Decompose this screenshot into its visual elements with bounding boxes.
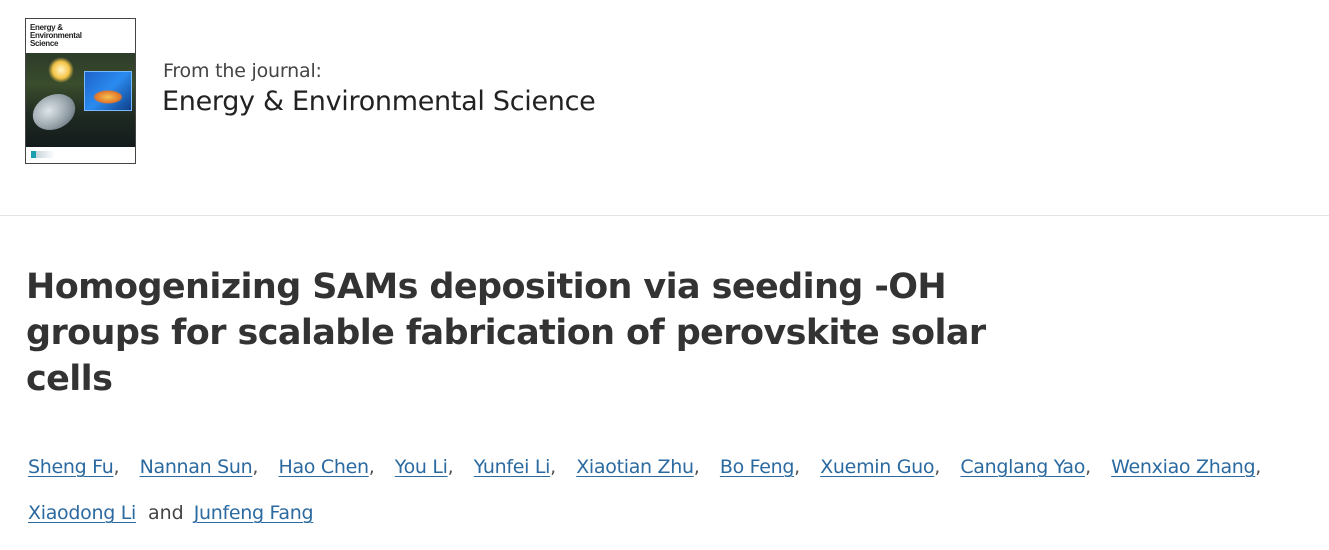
cover-footer — [26, 147, 135, 163]
journal-cover-image[interactable]: Energy & Environmental Science — [25, 18, 136, 164]
author-link[interactable]: Sheng Fu — [28, 456, 114, 478]
cover-ring-graphic — [105, 19, 135, 43]
author-separator: , — [447, 456, 454, 478]
author-separator: , — [550, 456, 557, 478]
author-link[interactable]: Wenxiao Zhang — [1111, 456, 1255, 478]
author-link[interactable]: Bo Feng — [720, 456, 795, 478]
from-journal-label: From the journal: — [163, 60, 322, 82]
publisher-logo-icon — [31, 151, 55, 158]
cover-screen-graphic — [84, 71, 132, 111]
author-link[interactable]: Canglang Yao — [960, 456, 1085, 478]
author-separator: , — [252, 456, 259, 478]
author-separator: , — [113, 456, 120, 478]
author-link[interactable]: Xiaodong Li — [28, 502, 136, 524]
and-label: and — [147, 502, 184, 524]
author-link[interactable]: Xuemin Guo — [820, 456, 934, 478]
article-title: Homogenizing SAMs deposition via seeding… — [26, 267, 986, 399]
journal-header: Energy & Environmental Science From the … — [0, 0, 1329, 216]
author-list: Sheng Fu, Nannan Sun, Hao Chen, You Li, … — [28, 444, 1318, 536]
author-separator: , — [693, 456, 700, 478]
author-separator: , — [1085, 456, 1092, 478]
author-separator: , — [1255, 456, 1262, 478]
cover-sun-graphic — [48, 57, 74, 83]
author-separator: , — [368, 456, 375, 478]
author-link[interactable]: Nannan Sun — [140, 456, 253, 478]
cover-artwork — [26, 53, 135, 157]
cover-title: Energy & Environmental Science — [30, 23, 82, 48]
author-separator: , — [794, 456, 801, 478]
author-link[interactable]: Xiaotian Zhu — [576, 456, 694, 478]
cover-dish-graphic — [26, 87, 82, 137]
author-link[interactable]: Hao Chen — [278, 456, 369, 478]
journal-name: Energy & Environmental Science — [162, 86, 596, 117]
author-link[interactable]: You Li — [395, 456, 448, 478]
author-link[interactable]: Yunfei Li — [474, 456, 551, 478]
author-separator: , — [934, 456, 941, 478]
author-link[interactable]: Junfeng Fang — [194, 502, 314, 524]
